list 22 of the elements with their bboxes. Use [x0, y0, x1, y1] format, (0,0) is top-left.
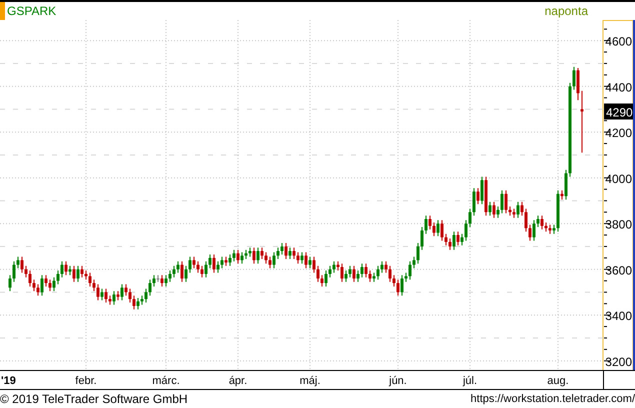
copyright-text: © 2019 TeleTrader Software GmbH — [0, 391, 188, 408]
y-tick-label: 4600 — [605, 34, 632, 49]
y-tick-label: 3200 — [605, 354, 632, 369]
x-tick-label: jún. — [389, 375, 407, 387]
y-tick-label: 4000 — [605, 172, 632, 186]
y-tick-label: 3800 — [605, 218, 632, 232]
symbol-label: GSPARK — [7, 3, 56, 20]
interval-label: naponta — [544, 3, 588, 20]
y-tick-label: 4400 — [605, 80, 632, 94]
x-tick-label: márc. — [152, 375, 180, 387]
x-tick-label: '19 — [1, 375, 16, 387]
y-tick-label: 3600 — [605, 263, 632, 278]
x-tick-label: aug. — [547, 375, 569, 387]
y-tick-label: 3400 — [605, 309, 632, 324]
x-tick-label: máj. — [300, 375, 320, 387]
x-tick-label: ápr. — [228, 375, 248, 387]
x-tick-label: júl. — [462, 375, 478, 387]
y-tick-label: 4200 — [605, 126, 632, 140]
marker-bar — [0, 2, 5, 20]
x-tick-label: febr. — [75, 375, 97, 387]
last-price-badge: 4290 — [604, 104, 633, 120]
url-link[interactable]: https://workstation.teletrader.com/ — [470, 390, 635, 408]
